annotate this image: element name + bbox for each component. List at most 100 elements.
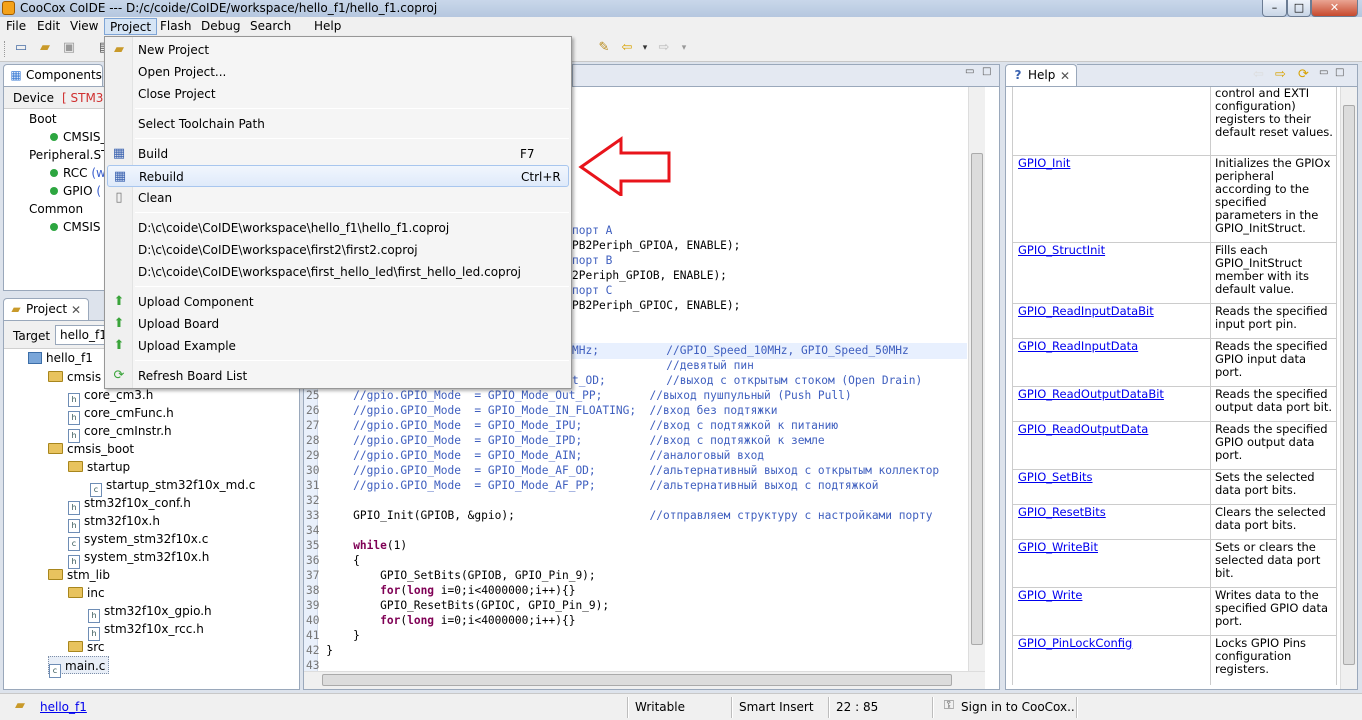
tree-item-cmsis[interactable]: cmsis <box>48 368 101 386</box>
menu-item-upload-component[interactable]: ⬆ Upload Component <box>107 291 569 313</box>
tree-item-cmsis-boot[interactable]: cmsis_boot <box>48 440 134 458</box>
back-dropdown-icon[interactable]: ▾ <box>637 40 653 56</box>
forward-dropdown-icon[interactable]: ▾ <box>676 40 692 56</box>
minimize-view-icon[interactable]: ▭ <box>965 66 974 77</box>
menu-flash[interactable]: Flash <box>155 18 196 35</box>
tab-help[interactable]: ? Help ✕ <box>1005 64 1077 86</box>
tree-item-file[interactable]: h core_cmInstr.h <box>68 422 172 443</box>
component-cmsis-boot[interactable]: CMSIS_ <box>50 128 107 146</box>
upload-icon: ⬆ <box>113 338 125 353</box>
help-function-link[interactable]: GPIO_Init <box>1018 157 1070 170</box>
help-function-link[interactable]: GPIO_SetBits <box>1018 471 1093 484</box>
group-common[interactable]: Common <box>29 200 83 218</box>
tree-item-file[interactable]: h stm32f10x_conf.h <box>68 494 191 515</box>
component-rcc[interactable]: RCC (w <box>50 164 106 182</box>
tree-item-file[interactable]: h stm32f10x_gpio.h <box>88 602 212 623</box>
tab-components[interactable]: ▦ Components <box>3 64 103 86</box>
menu-item-upload-board[interactable]: ⬆ Upload Board <box>107 313 569 335</box>
code-line: 35 while(1) <box>306 538 407 553</box>
menu-view[interactable]: View <box>65 18 103 35</box>
menu-help[interactable]: Help <box>309 18 346 35</box>
red-arrow-annotation <box>578 136 671 196</box>
component-gpio[interactable]: GPIO ( <box>50 182 101 200</box>
tree-item-src[interactable]: src <box>68 638 105 656</box>
maximize-view-icon[interactable]: □ <box>982 66 991 77</box>
help-function-link[interactable]: GPIO_StructInit <box>1018 244 1105 257</box>
help-function-link[interactable]: GPIO_ReadInputData <box>1018 340 1138 353</box>
save-icon[interactable]: ▣ <box>61 40 77 56</box>
status-separator <box>932 697 934 718</box>
tree-item-main-c[interactable]: c main.c <box>48 656 110 678</box>
scroll-thumb[interactable] <box>322 674 952 686</box>
close-tab-icon[interactable]: ✕ <box>1060 66 1070 86</box>
tree-item-label: stm32f10x_rcc.h <box>104 622 204 636</box>
status-signin[interactable]: Sign in to CooCox... <box>961 700 1079 714</box>
menu-item-d-c-coide-coide-workspace-first2-first2-[interactable]: D:\c\coide\CoIDE\workspace\first2\first2… <box>107 239 569 261</box>
menu-item-select-toolchain-path[interactable]: Select Toolchain Path <box>107 113 569 135</box>
tree-item-file[interactable]: c system_stm32f10x.c <box>68 530 208 551</box>
tree-item-startup[interactable]: startup <box>68 458 130 476</box>
help-vertical-scrollbar[interactable] <box>1340 87 1357 689</box>
menu-item-d-c-coide-coide-workspace-first-hello-le[interactable]: D:\c\coide\CoIDE\workspace\first_hello_l… <box>107 261 569 283</box>
help-back-icon[interactable]: ⇦ <box>1253 67 1264 82</box>
menu-item-refresh-board-list[interactable]: ⟳ Refresh Board List <box>107 365 569 387</box>
status-project-link[interactable]: hello_f1 <box>40 700 87 714</box>
maximize-view-icon[interactable]: □ <box>1335 67 1344 78</box>
maximize-button[interactable]: □ <box>1287 0 1311 17</box>
editor-horizontal-scrollbar[interactable] <box>304 671 985 689</box>
tab-project[interactable]: ▰ Project ✕ <box>3 298 89 320</box>
last-edit-icon[interactable]: ✎ <box>596 40 612 56</box>
menu-file[interactable]: File <box>1 18 31 35</box>
minimize-view-icon[interactable]: ▭ <box>1319 67 1328 78</box>
refresh-icon: ⟳ <box>113 368 125 383</box>
help-function-link[interactable]: GPIO_PinLockConfig <box>1018 637 1132 650</box>
new-file-icon[interactable]: ▭ <box>13 40 29 56</box>
close-button[interactable]: ✕ <box>1311 0 1358 17</box>
menu-item-close-project[interactable]: Close Project <box>107 83 569 105</box>
tree-item-file[interactable]: h core_cmFunc.h <box>68 404 174 425</box>
help-function-link[interactable]: GPIO_Write <box>1018 589 1082 602</box>
help-forward-icon[interactable]: ⇨ <box>1275 67 1286 82</box>
scroll-thumb[interactable] <box>971 153 983 645</box>
scroll-thumb[interactable] <box>1343 105 1355 665</box>
help-function-link[interactable]: GPIO_ResetBits <box>1018 506 1106 519</box>
tree-item-file[interactable]: h stm32f10x.h <box>68 512 160 533</box>
menu-item-upload-example[interactable]: ⬆ Upload Example <box>107 335 569 357</box>
open-folder-icon[interactable]: ▰ <box>37 40 53 56</box>
tree-item-file[interactable]: h stm32f10x_rcc.h <box>88 620 204 641</box>
menu-item-clean[interactable]: ▯ Clean <box>107 187 569 209</box>
tree-item-stm-lib[interactable]: stm_lib <box>48 566 110 584</box>
close-tab-icon[interactable]: ✕ <box>71 300 81 320</box>
line-number: 39 <box>306 599 320 612</box>
menu-debug[interactable]: Debug <box>196 18 245 35</box>
help-function-link[interactable]: GPIO_ReadOutputData <box>1018 423 1148 436</box>
menu-item-d-c-coide-coide-workspace-hello-f1-hello[interactable]: D:\c\coide\CoIDE\workspace\hello_f1\hell… <box>107 217 569 239</box>
back-arrow-icon[interactable]: ⇦ <box>619 40 635 56</box>
help-function-link[interactable]: GPIO_WriteBit <box>1018 541 1098 554</box>
target-select[interactable]: hello_f1 <box>55 325 107 345</box>
tree-item-inc[interactable]: inc <box>68 584 105 602</box>
menu-separator <box>135 108 569 109</box>
forward-arrow-icon[interactable]: ⇨ <box>656 40 672 56</box>
menu-project[interactable]: Project <box>104 18 158 35</box>
menu-item-open-project[interactable]: Open Project... <box>107 61 569 83</box>
tree-item-file[interactable]: h system_stm32f10x.h <box>68 548 209 569</box>
menu-item-new-project[interactable]: ▰ New Project <box>107 39 569 61</box>
group-peripheral-st[interactable]: Peripheral.ST <box>29 146 108 164</box>
minimize-button[interactable]: – <box>1262 0 1287 17</box>
tree-item-label: main.c <box>65 659 106 673</box>
help-function-link[interactable]: GPIO_ReadInputDataBit <box>1018 305 1154 318</box>
menu-search[interactable]: Search <box>245 18 296 35</box>
menu-item-rebuild[interactable]: ▦ Rebuild Ctrl+R <box>107 165 569 187</box>
component-cmsis-core[interactable]: CMSIS c <box>50 218 111 236</box>
menu-edit[interactable]: Edit <box>32 18 65 35</box>
help-sync-icon[interactable]: ⟳ <box>1298 67 1309 82</box>
group-boot[interactable]: Boot <box>29 110 57 128</box>
tree-item-file[interactable]: c startup_stm32f10x_md.c <box>90 476 255 497</box>
editor-vertical-scrollbar[interactable] <box>968 87 985 671</box>
menu-item-build[interactable]: ▦ Build F7 <box>107 143 569 165</box>
code-fragment: PB2Periph_GPIOA, ENABLE); <box>572 239 741 252</box>
help-function-link[interactable]: GPIO_ReadOutputDataBit <box>1018 388 1164 401</box>
component-suffix: ( <box>96 184 102 198</box>
tree-item-project[interactable]: hello_f1 <box>28 349 93 367</box>
